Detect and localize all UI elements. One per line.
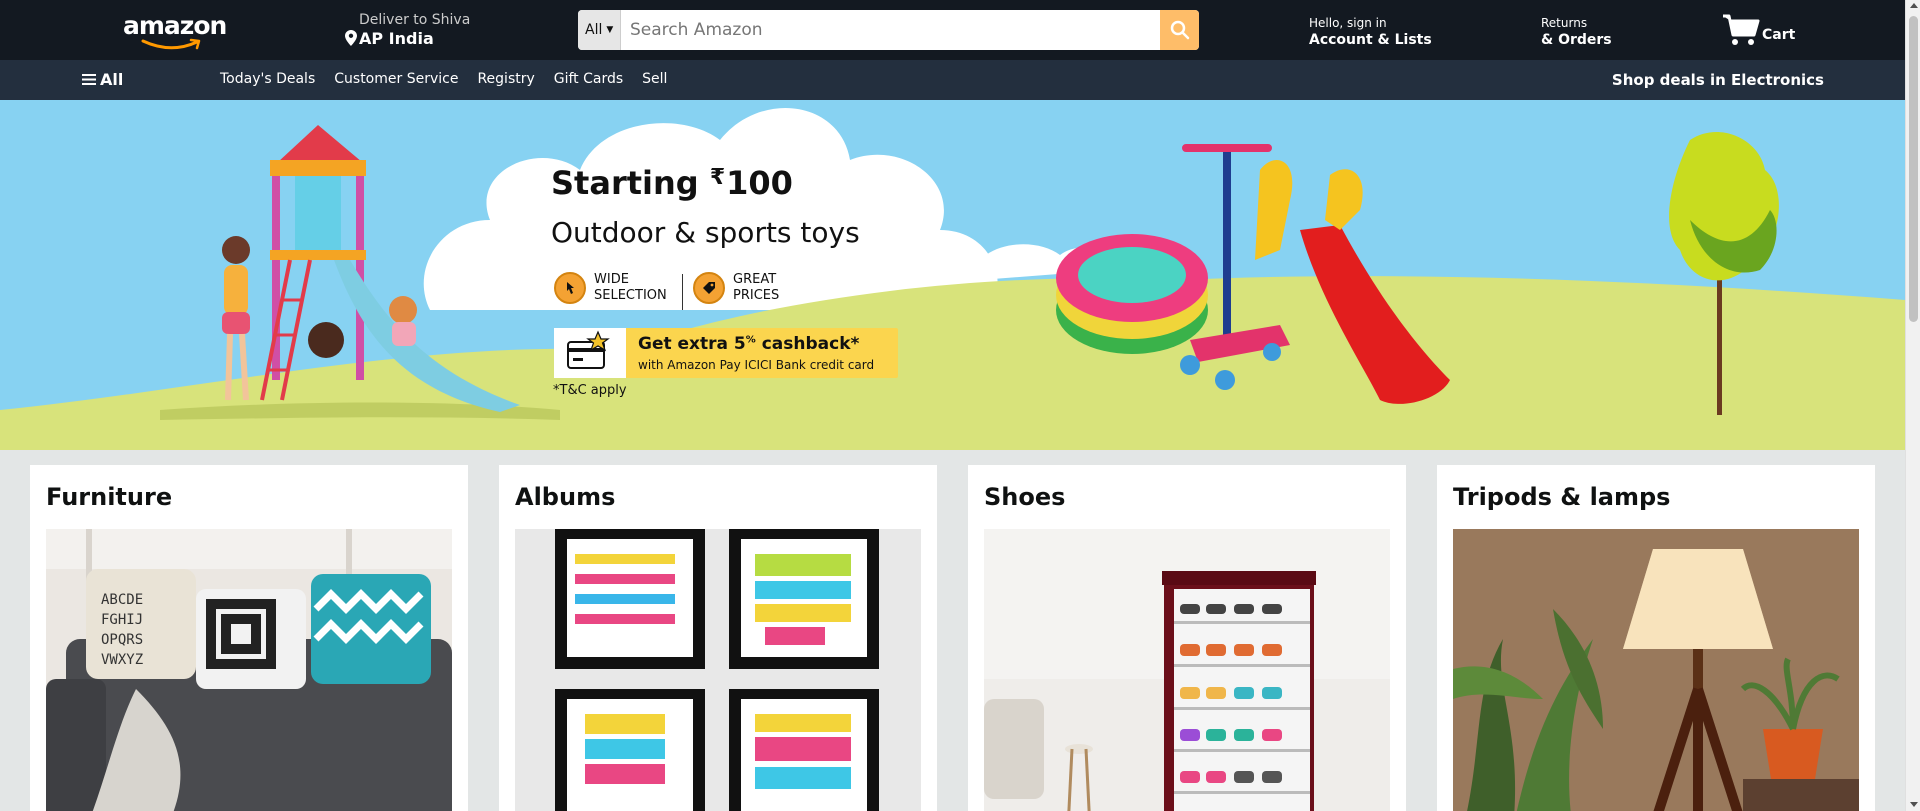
feature-line2: SELECTION (594, 288, 667, 303)
shoes-image[interactable] (984, 529, 1390, 811)
search-icon (1170, 20, 1189, 40)
logo-text: amazon (123, 11, 227, 40)
feature-line1: WIDE (594, 272, 629, 287)
nav-link-registry[interactable]: Registry (477, 71, 534, 87)
amazon-logo[interactable]: amazon (123, 13, 227, 50)
currency-symbol: ₹ (709, 165, 726, 190)
feature-great-prices: GREAT PRICES (693, 272, 779, 304)
svg-text:FGHIJ: FGHIJ (101, 612, 143, 628)
feature-text: GREAT PRICES (733, 272, 779, 304)
category-card-furniture: Furniture ABCDE FGHIJ OPQRS VWXYZ (30, 465, 468, 811)
deliver-to-label: Deliver to Shiva (359, 12, 471, 28)
nav-link-gift-cards[interactable]: Gift Cards (554, 71, 623, 87)
scrollbar-thumb[interactable] (1909, 16, 1918, 322)
top-header: amazon Deliver to Shiva AP India All ▼ H… (0, 0, 1905, 60)
svg-text:ABCDE: ABCDE (101, 592, 143, 608)
page-scrollbar[interactable] (1905, 0, 1920, 811)
scroll-up-arrow-icon[interactable] (1910, 3, 1918, 8)
returns-label: Returns (1541, 16, 1588, 30)
feature-line2: PRICES (733, 288, 780, 303)
account-lists-label: Account & Lists (1309, 32, 1432, 48)
nav-link-todays-deals[interactable]: Today's Deals (220, 71, 315, 87)
hero-price: 100 (726, 164, 793, 202)
price-tag-icon (693, 272, 725, 304)
feature-text: WIDE SELECTION (594, 272, 667, 304)
svg-text:OPQRS: OPQRS (101, 632, 143, 648)
albums-image[interactable] (515, 529, 921, 811)
returns-and-orders[interactable]: Returns & Orders (1541, 16, 1612, 48)
feature-wide-selection: WIDE SELECTION (554, 272, 667, 304)
tripods-lamps-image[interactable] (1453, 529, 1859, 811)
hero-banner[interactable]: Starting ₹100 Outdoor & sports toys WIDE… (0, 100, 1905, 450)
cart-button[interactable]: Cart (1722, 12, 1802, 48)
hero-title-prefix: Starting (551, 164, 710, 202)
cashback-percent: % (745, 334, 756, 346)
hero-title: Starting ₹100 (551, 164, 793, 202)
scroll-down-arrow-icon[interactable] (1910, 802, 1918, 807)
category-card-shoes: Shoes (968, 465, 1406, 811)
cart-label: Cart (1762, 27, 1796, 43)
terms-note: *T&C apply (553, 383, 627, 398)
deliver-to-location[interactable]: Deliver to Shiva AP India (343, 12, 483, 48)
hero-subtitle: Outdoor & sports toys (551, 216, 860, 249)
card-title: Furniture (46, 483, 173, 511)
sign-in-greeting: Hello, sign in (1309, 16, 1387, 30)
chevron-down-icon: ▼ (606, 25, 614, 35)
logo-smile-icon (141, 38, 201, 50)
category-card-albums: Albums (499, 465, 937, 811)
orders-label: & Orders (1541, 32, 1612, 48)
furniture-image[interactable]: ABCDE FGHIJ OPQRS VWXYZ (46, 529, 452, 811)
location-pin-icon (345, 30, 357, 46)
cashback-offer: Get extra 5% cashback* with Amazon Pay I… (554, 328, 898, 378)
deliver-location: AP India (359, 29, 434, 48)
hamburger-menu-icon (82, 74, 96, 85)
cashback-subtext: with Amazon Pay ICICI Bank credit card (638, 358, 875, 372)
all-menu-button[interactable]: All (82, 70, 123, 89)
category-card-tripods-lamps: Tripods & lamps (1437, 465, 1875, 811)
hero-illustration (0, 107, 1905, 450)
search-category-dropdown[interactable]: All ▼ (578, 10, 621, 50)
cashback-main: Get extra 5 (638, 334, 746, 354)
search-bar: All ▼ (578, 10, 1199, 50)
account-and-lists[interactable]: Hello, sign in Account & Lists (1309, 16, 1432, 48)
all-menu-label: All (100, 70, 124, 89)
credit-card-icon (554, 328, 626, 378)
nav-links: Today's Deals Customer Service Registry … (220, 71, 686, 87)
cashback-headline: Get extra 5% cashback* (638, 334, 859, 354)
feature-line1: GREAT (733, 272, 777, 287)
feature-divider (682, 274, 683, 310)
search-category-value: All (585, 22, 603, 38)
nav-link-customer-service[interactable]: Customer Service (334, 71, 458, 87)
svg-text:VWXYZ: VWXYZ (101, 652, 143, 668)
cashback-suffix: cashback* (755, 334, 860, 354)
card-title: Shoes (984, 483, 1066, 511)
search-input[interactable] (622, 10, 1137, 50)
cart-icon (1723, 14, 1760, 45)
pointer-icon (554, 272, 586, 304)
nav-bar: All Today's Deals Customer Service Regis… (0, 60, 1905, 100)
nav-promo-link[interactable]: Shop deals in Electronics (1612, 71, 1824, 89)
card-title: Albums (515, 483, 616, 511)
search-button[interactable] (1160, 10, 1199, 50)
card-title: Tripods & lamps (1453, 483, 1671, 511)
nav-link-sell[interactable]: Sell (642, 71, 667, 87)
